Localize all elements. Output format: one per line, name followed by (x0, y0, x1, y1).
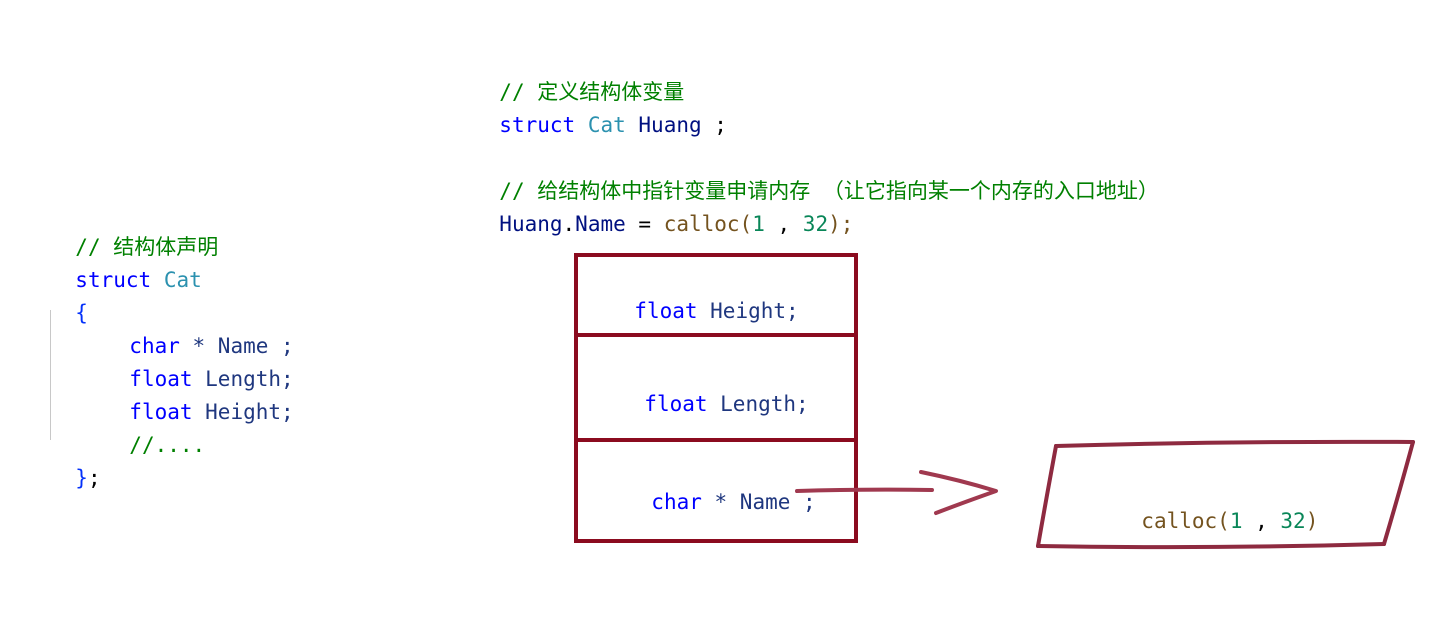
allocated-arg2: 32 (1280, 509, 1306, 533)
allocated-arg1: 1 (1229, 509, 1243, 533)
allocated-paren-close: ) (1305, 509, 1319, 533)
allocated-func: calloc (1141, 509, 1218, 533)
pointer-arrow (795, 470, 998, 515)
pointer-arrow-shaft (795, 487, 934, 493)
allocated-block-label: calloc(1 , 32) (1116, 490, 1318, 532)
pointer-arrow-head (919, 470, 998, 515)
allocated-paren-open: ( (1217, 509, 1230, 533)
allocated-comma: , (1242, 509, 1281, 533)
